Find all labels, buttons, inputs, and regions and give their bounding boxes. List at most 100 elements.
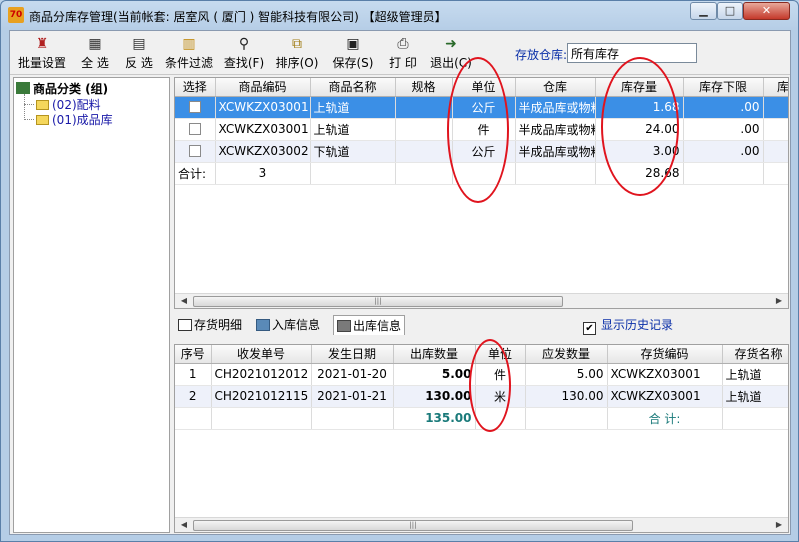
col-header[interactable]: 规格 bbox=[395, 78, 453, 97]
col-header[interactable]: 单位 bbox=[452, 78, 516, 97]
printer-icon: ⎙ bbox=[397, 36, 409, 52]
tree-item-label: (01)成品库 bbox=[52, 113, 113, 127]
cell-min: .00 bbox=[683, 118, 764, 141]
batch-settings-button[interactable]: ♜ 批量设置 bbox=[16, 34, 68, 72]
cell-doc: CH2021012012 bbox=[211, 363, 312, 386]
button-label: 查找(F) bbox=[223, 56, 265, 70]
select-all-button[interactable]: ▦ 全 选 bbox=[74, 34, 116, 72]
save-icon: ▣ bbox=[346, 36, 360, 52]
total-label: 合计: bbox=[175, 162, 216, 185]
col-header[interactable]: 存货名称 bbox=[722, 345, 788, 364]
row-checkbox[interactable] bbox=[188, 145, 201, 157]
row-checkbox[interactable] bbox=[188, 123, 201, 135]
row-checkbox[interactable] bbox=[188, 101, 201, 113]
col-header[interactable]: 单位 bbox=[475, 345, 526, 364]
cell-name: 下轨道 bbox=[310, 140, 396, 163]
tab-outbound-info[interactable]: 出库信息 bbox=[333, 315, 406, 335]
table-row[interactable]: XCWKZX03001 上轨道 公斤 半成品库或物料 1.68 .00 bbox=[175, 96, 788, 119]
cell-min: .00 bbox=[683, 140, 764, 163]
scroll-right-arrow[interactable]: ▶ bbox=[772, 295, 786, 307]
grid-icon bbox=[178, 319, 192, 331]
save-button[interactable]: ▣ 保存(S) bbox=[327, 34, 379, 72]
col-header[interactable]: 仓库 bbox=[515, 78, 596, 97]
title-bar[interactable]: 70 商品分库存管理(当前帐套: 居室风 ( 厦门 ) 智能科技有限公司) 【超… bbox=[1, 1, 798, 29]
invert-select-icon: ▤ bbox=[132, 36, 146, 52]
cell-due-qty: 130.00 bbox=[525, 385, 608, 408]
invert-select-button[interactable]: ▤ 反 选 bbox=[118, 34, 160, 72]
col-header[interactable]: 商品名称 bbox=[310, 78, 396, 97]
main-horizontal-scrollbar[interactable]: ◀ ||| ▶ bbox=[175, 293, 788, 308]
detail-tabs: 存货明细 入库信息 出库信息 ✔ 显示历史记录 bbox=[174, 312, 786, 337]
print-button[interactable]: ⎙ 打 印 bbox=[382, 34, 424, 72]
app-window: 70 商品分库存管理(当前帐套: 居室风 ( 厦门 ) 智能科技有限公司) 【超… bbox=[0, 0, 799, 542]
col-header[interactable]: 应发数量 bbox=[525, 345, 608, 364]
exit-button[interactable]: ➜ 退出(C) bbox=[426, 34, 476, 72]
button-label: 反 选 bbox=[125, 56, 153, 70]
cell-extra bbox=[763, 118, 788, 141]
cell-due-qty: 5.00 bbox=[525, 363, 608, 386]
tree-item-label: (02)配料 bbox=[52, 98, 101, 112]
detail-horizontal-scrollbar[interactable]: ◀ ||| ▶ bbox=[175, 517, 788, 532]
minimize-button[interactable]: ▁ bbox=[690, 2, 717, 20]
table-row[interactable]: XCWKZX03002 下轨道 公斤 半成品库或物料 3.00 .00 bbox=[175, 140, 788, 163]
scroll-thumb[interactable]: ||| bbox=[193, 520, 633, 531]
table-row[interactable]: 1 CH2021012012 2021-01-20 5.00 件 5.00 XC… bbox=[175, 363, 788, 386]
folder-icon bbox=[36, 100, 49, 110]
cell-spec bbox=[395, 96, 453, 119]
maximize-button[interactable]: □ bbox=[717, 2, 743, 20]
tree-root[interactable]: 商品分类 (组) bbox=[16, 80, 108, 97]
col-header[interactable]: 收发单号 bbox=[211, 345, 312, 364]
button-label: 条件过滤 bbox=[164, 56, 213, 70]
total-qty: 28.68 bbox=[595, 162, 684, 185]
close-button[interactable]: ✕ bbox=[743, 2, 790, 20]
col-header[interactable]: 选择 bbox=[175, 78, 216, 97]
tab-stock-detail[interactable]: 存货明细 bbox=[178, 315, 242, 335]
exit-icon: ➜ bbox=[445, 36, 457, 52]
cell-warehouse: 半成品库或物料 bbox=[515, 96, 596, 119]
cell-name: 上轨道 bbox=[310, 96, 396, 119]
store-input[interactable] bbox=[567, 43, 697, 63]
find-button[interactable]: ⚲ 查找(F) bbox=[221, 34, 267, 72]
cell-out-qty: 5.00 bbox=[393, 363, 476, 386]
col-header[interactable]: 库存下限 bbox=[683, 78, 764, 97]
cell-extra bbox=[763, 140, 788, 163]
outbound-grid: 序号 收发单号 发生日期 出库数量 单位 应发数量 存货编码 存货名称 1 CH… bbox=[174, 344, 789, 533]
col-header[interactable]: 出库数量 bbox=[393, 345, 476, 364]
filter-button[interactable]: ▥ 条件过滤 bbox=[163, 34, 215, 72]
sort-button[interactable]: ⧉ 排序(O) bbox=[274, 34, 320, 72]
col-header[interactable]: 存货编码 bbox=[607, 345, 723, 364]
cell-spec bbox=[395, 140, 453, 163]
category-tree[interactable]: 商品分类 (组) (02)配料 (01)成品库 bbox=[13, 77, 170, 533]
table-row[interactable]: 2 CH2021012115 2021-01-21 130.00 米 130.0… bbox=[175, 385, 788, 408]
tree-item-chengpinku[interactable]: (01)成品库 bbox=[24, 111, 113, 128]
cell-unit: 公斤 bbox=[452, 140, 516, 163]
binoculars-icon: ⚲ bbox=[238, 36, 250, 52]
inbound-icon bbox=[256, 319, 270, 331]
cell-code: XCWKZX03001 bbox=[607, 385, 723, 408]
table-row[interactable]: XCWKZX03001 上轨道 件 半成品库或物料 24.00 .00 bbox=[175, 118, 788, 141]
cell-warehouse: 半成品库或物料 bbox=[515, 140, 596, 163]
tab-inbound-info[interactable]: 入库信息 bbox=[256, 315, 320, 335]
col-header[interactable]: 库存 bbox=[763, 78, 788, 97]
inventory-grid: 选择 商品编码 商品名称 规格 单位 仓库 库存量 库存下限 库存 XCWKZX… bbox=[174, 77, 789, 309]
cell-min: .00 bbox=[683, 96, 764, 119]
cell-doc: CH2021012115 bbox=[211, 385, 312, 408]
show-history-checkbox[interactable]: ✔ 显示历史记录 bbox=[583, 315, 673, 335]
app-icon: 70 bbox=[8, 7, 24, 23]
col-header[interactable]: 序号 bbox=[175, 345, 212, 364]
col-header[interactable]: 库存量 bbox=[595, 78, 684, 97]
scroll-right-arrow[interactable]: ▶ bbox=[772, 519, 786, 531]
button-label: 批量设置 bbox=[17, 56, 66, 70]
col-header[interactable]: 发生日期 bbox=[311, 345, 394, 364]
scroll-left-arrow[interactable]: ◀ bbox=[177, 295, 191, 307]
toolbar: ♜ 批量设置 ▦ 全 选 ▤ 反 选 ▥ 条件过滤 ⚲ 查找(F) ⧉ 排序(O… bbox=[10, 31, 790, 75]
tab-label: 存货明细 bbox=[194, 318, 243, 332]
cell-code: XCWKZX03001 bbox=[607, 363, 723, 386]
cell-name: 上轨道 bbox=[722, 363, 788, 386]
total-label: 合 计: bbox=[607, 407, 723, 430]
tab-label: 入库信息 bbox=[272, 318, 321, 332]
store-label: 存放仓库: bbox=[515, 48, 568, 62]
scroll-thumb[interactable]: ||| bbox=[193, 296, 563, 307]
col-header[interactable]: 商品编码 bbox=[215, 78, 311, 97]
scroll-left-arrow[interactable]: ◀ bbox=[177, 519, 191, 531]
